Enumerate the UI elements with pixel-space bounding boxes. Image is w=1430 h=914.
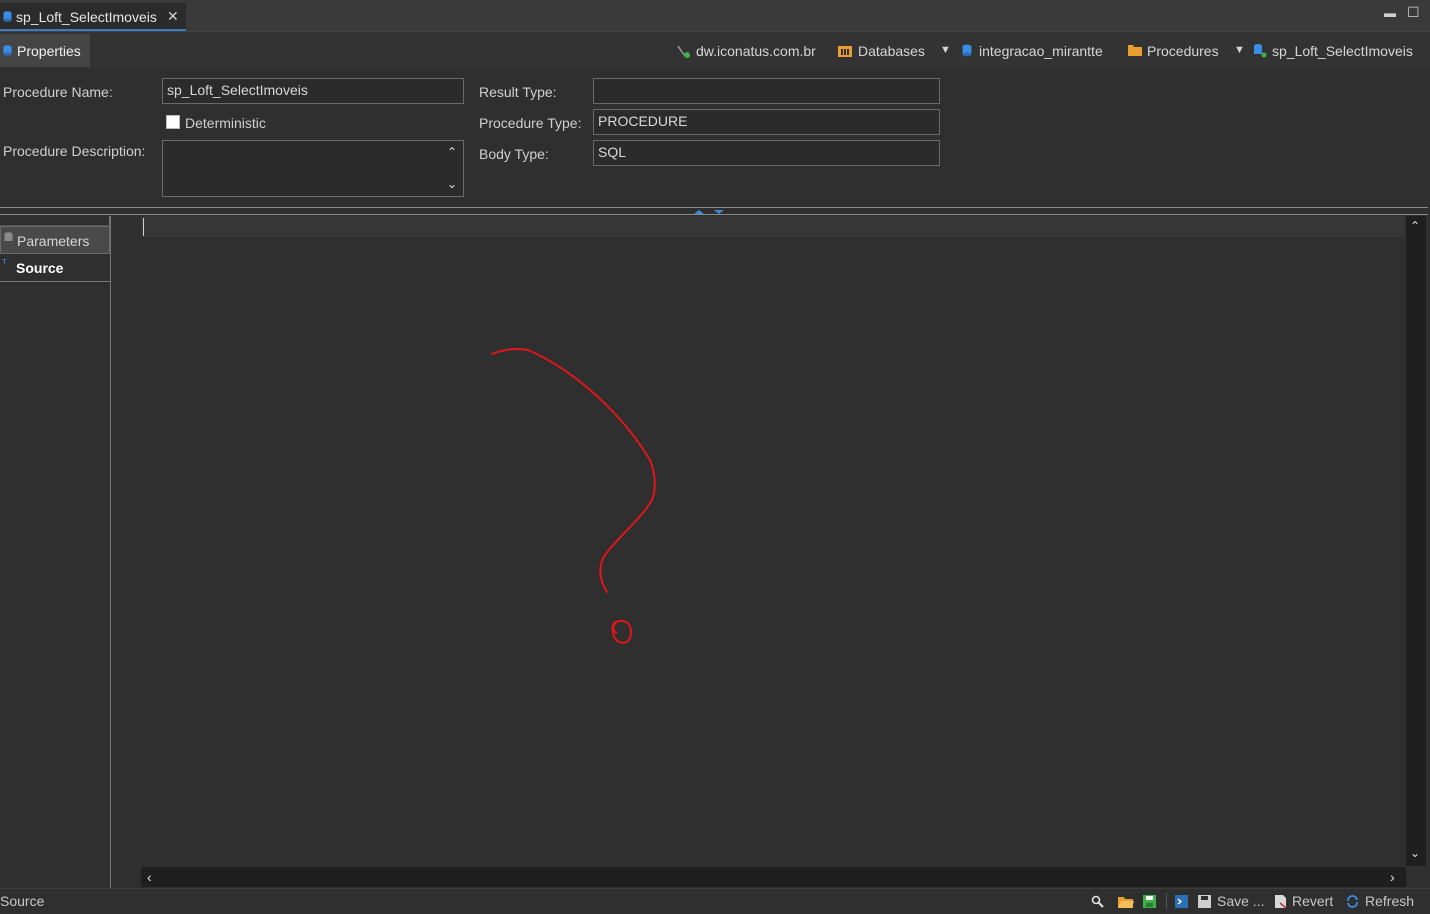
databases-icon [838, 46, 852, 57]
status-bar [0, 888, 1430, 914]
chevron-left-icon[interactable]: ‹ [147, 869, 152, 885]
chevron-up-icon[interactable]: ⌃ [447, 145, 457, 159]
chevron-down-icon[interactable]: ▼ [1234, 44, 1245, 56]
breadcrumb-database[interactable]: integracao_mirantte [979, 43, 1103, 59]
save-script-icon[interactable] [1143, 895, 1156, 908]
parameters-icon [4, 232, 13, 241]
status-left-label: Source [0, 893, 45, 909]
chevron-down-icon[interactable]: ⌄ [447, 177, 457, 191]
procedure-type-field[interactable]: PROCEDURE [593, 109, 940, 135]
console-icon[interactable] [1175, 895, 1188, 908]
chevron-right-icon[interactable]: › [1390, 869, 1395, 885]
editor-tab[interactable]: sp_Loft_SelectImoveis ✕ [0, 3, 186, 31]
tab-properties[interactable]: Properties [0, 34, 90, 67]
open-folder-icon[interactable] [1118, 895, 1134, 908]
body-type-field[interactable]: SQL [593, 140, 940, 166]
sash-toggle-icon[interactable] [692, 209, 728, 215]
result-type-field[interactable] [593, 78, 940, 104]
minimize-icon[interactable]: ▬ [1384, 6, 1396, 20]
refresh-icon[interactable] [1346, 895, 1359, 908]
close-icon[interactable]: ✕ [167, 8, 179, 25]
breadcrumb-databases[interactable]: Databases [858, 43, 925, 59]
procedure-name-label: Procedure Name: [3, 84, 113, 100]
revert-button[interactable]: Revert [1292, 893, 1333, 909]
chevron-up-icon[interactable]: ⌃ [1410, 219, 1420, 233]
question-mark-annotation [491, 348, 656, 644]
chevron-down-icon[interactable]: ▼ [940, 44, 951, 56]
procedure-icon [1254, 44, 1267, 58]
chevron-down-icon[interactable]: ⌄ [1410, 846, 1420, 860]
tab-source-label: Source [16, 260, 64, 276]
deterministic-label: Deterministic [185, 115, 266, 131]
refresh-button[interactable]: Refresh [1365, 893, 1414, 909]
procedure-name-field[interactable]: sp_Loft_SelectImoveis [162, 78, 464, 104]
save-icon[interactable] [1198, 895, 1211, 908]
procedure-description-field[interactable] [162, 140, 464, 197]
editor-tab-bar [0, 0, 1430, 32]
tab-properties-label: Properties [17, 43, 81, 59]
procedure-type-label: Procedure Type: [479, 115, 582, 131]
source-icon: ᵀ [2, 258, 7, 270]
procedure-description-label: Procedure Description: [3, 143, 146, 159]
revert-icon[interactable] [1274, 895, 1287, 908]
tab-parameters[interactable]: Parameters [0, 226, 110, 254]
server-icon [677, 45, 690, 58]
procedure-icon [3, 11, 12, 22]
side-tab-separator [0, 281, 110, 282]
breadcrumb-server[interactable]: dw.iconatus.com.br [696, 43, 816, 59]
horizontal-scrollbar[interactable] [141, 867, 1406, 887]
vertical-scrollbar[interactable] [1406, 216, 1426, 866]
breadcrumb-procedures[interactable]: Procedures [1147, 43, 1219, 59]
search-icon[interactable] [1091, 895, 1104, 908]
tab-parameters-label: Parameters [17, 233, 90, 249]
body-type-label: Body Type: [479, 146, 549, 162]
maximize-icon[interactable]: ☐ [1407, 4, 1420, 21]
database-icon [962, 44, 972, 57]
source-editor[interactable] [141, 216, 1406, 867]
result-type-label: Result Type: [479, 84, 557, 100]
toolbar-separator [1166, 893, 1167, 909]
tab-source[interactable]: ᵀ Source [0, 258, 110, 280]
deterministic-checkbox[interactable] [166, 115, 180, 129]
save-button[interactable]: Save ... [1217, 893, 1264, 909]
side-tab-list [0, 216, 111, 888]
editor-current-line [141, 216, 1405, 237]
editor-tab-title: sp_Loft_SelectImoveis [16, 9, 157, 25]
text-caret [143, 218, 144, 236]
breadcrumb-procedure[interactable]: sp_Loft_SelectImoveis [1272, 43, 1413, 59]
properties-icon [3, 45, 12, 56]
side-tab-divider [0, 216, 110, 226]
folder-icon [1128, 45, 1142, 56]
